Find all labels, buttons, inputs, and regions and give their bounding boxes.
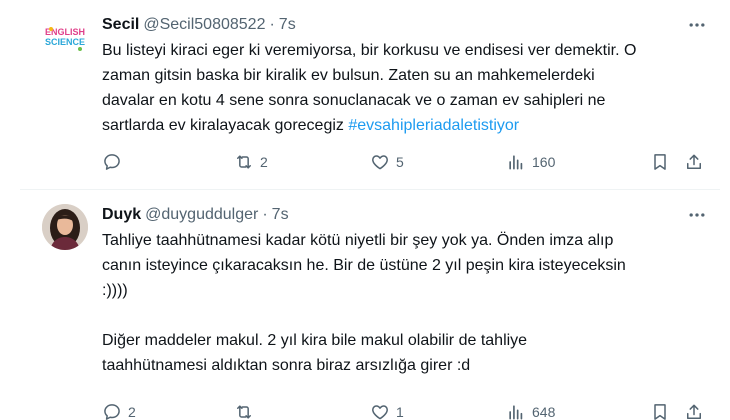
more-options-icon[interactable] — [684, 14, 710, 36]
views-button[interactable]: 160 — [506, 150, 555, 174]
retweet-icon — [237, 405, 251, 419]
analytics-icon — [509, 155, 523, 170]
views-button[interactable]: 648 — [506, 400, 555, 420]
reply-icon — [104, 404, 120, 420]
author-handle[interactable]: @duyguddulger — [145, 206, 258, 224]
avatar[interactable] — [42, 204, 88, 250]
author-name[interactable]: Secil — [102, 16, 139, 34]
heart-icon — [372, 155, 388, 170]
reply-button[interactable]: 2 — [102, 400, 136, 420]
tweet-card[interactable]: ENGLISH SCIENCE Secil @Secil50808522 · 7… — [20, 0, 720, 190]
analytics-icon — [509, 405, 523, 420]
hashtag-link[interactable]: #evsahipleriadaletistiyor — [348, 117, 519, 134]
separator-dot: · — [269, 16, 275, 33]
retweet-icon — [237, 155, 251, 169]
share-button[interactable] — [684, 150, 704, 174]
timestamp[interactable]: 7s — [279, 16, 296, 34]
separator-dot: · — [262, 206, 268, 223]
profile-photo-icon — [42, 204, 88, 250]
views-count: 160 — [532, 154, 556, 170]
reply-button[interactable] — [102, 150, 128, 174]
views-count: 648 — [532, 404, 556, 420]
tweet-header: Secil @Secil50808522 · 7s — [102, 14, 710, 36]
share-icon — [687, 154, 701, 169]
like-count: 1 — [396, 404, 404, 420]
retweet-button[interactable] — [234, 400, 260, 420]
tweet-content: Secil @Secil50808522 · 7s Bu listeyi kir… — [102, 14, 710, 170]
retweet-button[interactable]: 2 — [234, 150, 268, 174]
more-options-icon[interactable] — [684, 204, 710, 226]
bookmark-button[interactable] — [650, 150, 670, 174]
share-button[interactable] — [684, 400, 704, 420]
tweet-card[interactable]: Duyk @duyguddulger · 7s Tahliye taahhütn… — [20, 190, 720, 420]
bookmark-icon — [654, 154, 666, 170]
share-icon — [687, 404, 701, 419]
english-science-logo-icon: ENGLISH SCIENCE — [42, 14, 88, 60]
reply-count: 2 — [128, 404, 136, 420]
like-count: 5 — [396, 154, 404, 170]
bookmark-button[interactable] — [650, 400, 670, 420]
avatar[interactable]: ENGLISH SCIENCE — [42, 14, 88, 60]
retweet-count: 2 — [260, 154, 268, 170]
like-button[interactable]: 1 — [370, 400, 404, 420]
author-name[interactable]: Duyk — [102, 206, 141, 224]
tweet-actions: 2 1 648 — [102, 400, 710, 420]
tweet-content: Duyk @duyguddulger · 7s Tahliye taahhütn… — [102, 204, 710, 420]
tweet-text: Bu listeyi kiraci eger ki veremiyorsa, b… — [102, 38, 710, 138]
tweet-text: Tahliye taahhütnamesi kadar kötü niyetli… — [102, 232, 626, 374]
author-handle[interactable]: @Secil50808522 — [143, 16, 265, 34]
tweet-header: Duyk @duyguddulger · 7s — [102, 204, 710, 226]
bookmark-icon — [654, 404, 666, 420]
reply-icon — [104, 154, 120, 170]
tweet-actions: 2 5 160 — [102, 150, 710, 174]
avatar-text-bottom: SCIENCE — [45, 37, 85, 47]
heart-icon — [372, 405, 388, 420]
timestamp[interactable]: 7s — [272, 206, 289, 224]
like-button[interactable]: 5 — [370, 150, 404, 174]
